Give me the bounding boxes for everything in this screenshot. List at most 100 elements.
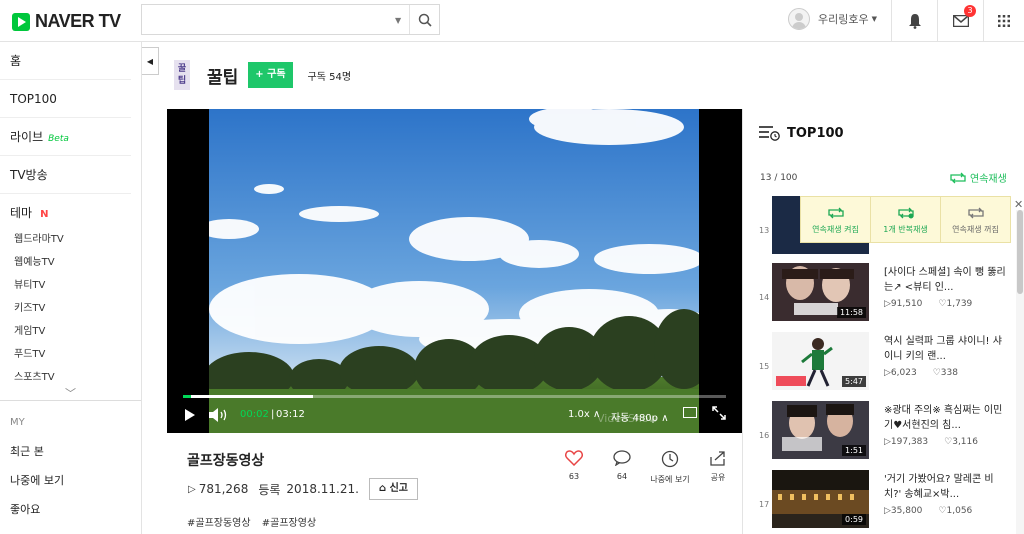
progress-bar[interactable] — [183, 395, 726, 398]
subscriber-count: 구독 54명 — [307, 71, 352, 83]
rank-number: 13 — [759, 226, 770, 235]
beta-badge: Beta — [48, 134, 69, 144]
speed-selector[interactable]: 1.0x ∧ — [568, 409, 600, 420]
view-count: ▷91,510 — [884, 299, 923, 309]
video-stats: ▷35,800 ♡1,056 — [884, 506, 988, 516]
total-duration: 03:12 — [276, 409, 305, 420]
mail-button[interactable]: 3 — [937, 0, 983, 42]
list-item[interactable]: 16 1:51 ※광대 주의※ 흑심쩌는 이민기♥서현진의 침... ▷197,… — [743, 401, 1024, 461]
sidebar-item-home[interactable]: 홈 — [0, 42, 131, 80]
user-menu[interactable]: 우리링호우 ▼ — [788, 8, 877, 30]
continuous-on-option[interactable]: 연속재생 켜짐 — [801, 197, 871, 242]
video-title: 역시 실력파 그룹 샤이니! 샤이니 키의 랜... — [884, 336, 1002, 362]
comment-icon — [613, 450, 631, 466]
like-count: ♡1,739 — [938, 299, 973, 309]
sidebar-item-top100[interactable]: TOP100 — [0, 80, 131, 118]
play-logo-icon — [12, 12, 30, 31]
app-root: NAVER TV ▼ 우리링호우 ▼ 3 홈 TOP100 라이브 Beta T… — [0, 0, 1024, 534]
sidebar-item-label: 홈 — [10, 54, 22, 68]
search-icon — [418, 13, 432, 27]
like-button[interactable]: 63 — [550, 450, 598, 490]
watch-later-label: 나중에 보기 — [650, 475, 690, 484]
tag-link[interactable]: #골프장영상 — [262, 518, 316, 529]
apps-menu-button[interactable] — [983, 0, 1024, 42]
repeat-off-icon — [967, 207, 984, 219]
sidebar-subitem[interactable]: 스포츠TV — [0, 366, 141, 389]
theater-mode-icon[interactable] — [683, 407, 697, 418]
like-count: ♡3,116 — [944, 437, 978, 447]
expand-more-icon[interactable]: ﹀ — [0, 388, 141, 401]
sidebar-item-live[interactable]: 라이브 Beta — [0, 118, 131, 156]
sidebar-item-recent[interactable]: 최근 본 — [0, 437, 141, 466]
new-badge: N — [40, 209, 49, 220]
video-tags: #골프장동영상 #골프장영상 — [187, 514, 324, 529]
video-thumbnail: 5:47 — [772, 332, 869, 390]
option-label: 연속재생 꺼짐 — [952, 225, 999, 234]
video-title: 골프장동영상 — [187, 453, 265, 469]
repeat-one-icon — [897, 207, 914, 219]
sidebar-subitem[interactable]: 웹예능TV — [0, 251, 141, 274]
video-info: 골프장동영상 ▷ 781,268 등록 2018.11.21. ⌂ 신고 63 … — [167, 433, 742, 534]
view-count: ▷35,800 — [884, 506, 923, 516]
sidebar-item-label: 라이브 — [10, 130, 44, 144]
channel-logo[interactable]: 꿀팁 — [174, 60, 190, 90]
rank-number: 16 — [759, 431, 770, 440]
progress-buffer — [183, 395, 313, 398]
user-name: 우리링호우 — [818, 13, 869, 26]
report-button[interactable]: ⌂ 신고 — [368, 478, 419, 500]
video-stats: ▷91,510 ♡1,739 — [884, 299, 988, 309]
list-item[interactable]: 14 11:58 [사이다 스페셜] 속이 뻥 뚫리는↗ <뷰티 인... ▷9… — [743, 263, 1024, 323]
sidebar-subitem[interactable]: 뷰티TV — [0, 274, 141, 297]
video-frame-image — [209, 109, 699, 433]
share-button[interactable]: 공유 — [694, 450, 742, 490]
list-item[interactable]: 15 5:47 역시 실력파 그룹 샤이니! 샤이니 키의 랜... ▷6,02… — [743, 332, 1024, 392]
volume-icon[interactable] — [209, 408, 231, 422]
sidebar-subitem[interactable]: 게임TV — [0, 320, 141, 343]
search-input[interactable] — [142, 5, 408, 34]
search-button[interactable] — [409, 5, 439, 34]
comment-button[interactable]: 64 — [598, 450, 646, 490]
play-button[interactable] — [185, 409, 195, 421]
tag-link[interactable]: #골프장동영상 — [187, 518, 251, 529]
sidebar-item-label: TOP100 — [10, 92, 57, 106]
sidebar-subitem[interactable]: 키즈TV — [0, 297, 141, 320]
continuous-play-toggle[interactable]: 연속재생 — [950, 170, 1007, 185]
sidebar-item-likes[interactable]: 좋아요 — [0, 495, 141, 524]
sidebar-collapse-button[interactable]: ◀ — [142, 47, 159, 75]
duration-badge: 1:51 — [842, 445, 866, 456]
top100-header: TOP100 — [759, 125, 844, 141]
repeat-icon — [950, 172, 966, 183]
sidebar-subitem[interactable]: 푸드TV — [0, 343, 141, 366]
subscribe-button[interactable]: + 구독 — [248, 62, 293, 88]
naver-tv-logo[interactable]: NAVER TV — [12, 11, 121, 32]
sidebar-item-watch-later[interactable]: 나중에 보기 — [0, 466, 141, 495]
report-label: 신고 — [389, 483, 409, 494]
list-item[interactable]: 17 0:59 '거기 가봤어요? 말레콘 비치?' 송혜교×박... ▷35,… — [743, 470, 1024, 530]
share-label: 공유 — [710, 473, 726, 482]
watch-later-button[interactable]: 나중에 보기 — [646, 450, 694, 490]
rank-number: 14 — [759, 293, 770, 302]
notifications-button[interactable] — [891, 0, 937, 42]
sidebar-item-tv[interactable]: TV방송 — [0, 156, 131, 194]
time-separator: | — [271, 409, 275, 420]
video-frame[interactable] — [209, 109, 699, 433]
video-player[interactable]: 00:02 | 03:12 1.0x ∧ 자동 480p ∧ VideoShow — [167, 109, 742, 433]
caret-left-icon: ◀ — [146, 56, 154, 66]
close-icon[interactable]: ✕ — [1014, 198, 1024, 211]
channel-name[interactable]: 꿀팁 — [207, 63, 238, 88]
left-sidebar: 홈 TOP100 라이브 Beta TV방송 테마 N 웹드라마TV 웹예능TV 뷰… — [0, 42, 142, 534]
video-title: ※광대 주의※ 흑심쩌는 이민기♥서현진의 침... — [884, 405, 1003, 431]
search-dropdown-icon[interactable]: ▼ — [395, 16, 401, 25]
search-box: ▼ — [141, 4, 440, 35]
video-actions: 63 64 나중에 보기 공유 — [550, 450, 742, 490]
mail-icon — [952, 15, 969, 27]
scrollbar[interactable] — [1016, 210, 1024, 534]
fullscreen-icon[interactable] — [712, 406, 726, 420]
repeat-one-option[interactable]: 1개 반복재생 — [871, 197, 941, 242]
scrollbar-thumb[interactable] — [1017, 210, 1023, 294]
channel-logo-text: 꿀팁 — [177, 64, 187, 86]
sidebar-subitem[interactable]: 웹드라마TV — [0, 228, 141, 251]
continuous-off-option[interactable]: 연속재생 꺼짐 — [941, 197, 1010, 242]
playlist-position: 13 / 100 — [760, 173, 798, 183]
sidebar-item-theme[interactable]: 테마 N — [0, 194, 131, 228]
